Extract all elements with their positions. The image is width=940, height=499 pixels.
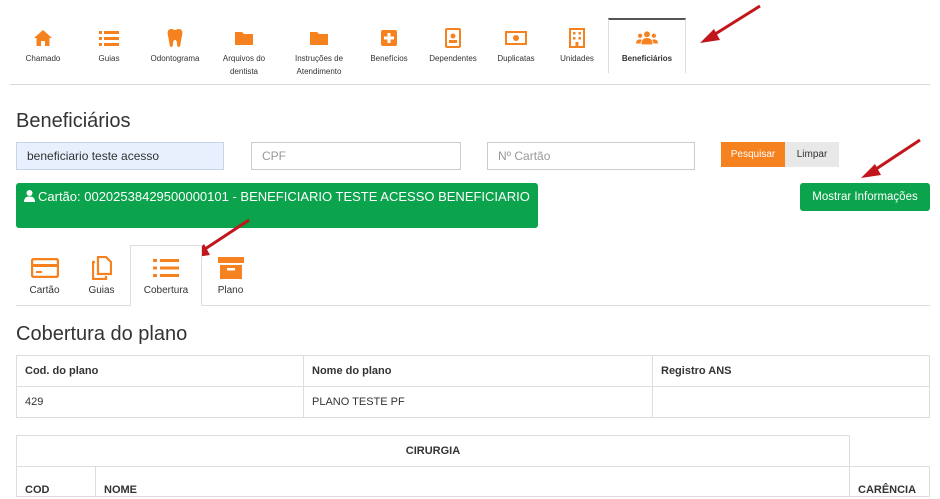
- nav-label: Duplicatas: [497, 54, 535, 63]
- folder-icon: [308, 28, 330, 48]
- table-header-row: Cod. do plano Nome do plano Registro ANS: [16, 355, 930, 387]
- nav-label: Chamado: [25, 54, 61, 63]
- plus-square-icon: [378, 28, 400, 48]
- top-nav: Chamado Guias Odontograma Arquivos do de…: [10, 18, 686, 86]
- nav-item-beneficiarios[interactable]: Beneficiários: [608, 18, 686, 73]
- archive-icon: [217, 257, 244, 279]
- list-icon: [98, 28, 120, 48]
- credit-card-icon: [30, 257, 59, 279]
- tooth-icon: [164, 28, 186, 48]
- column-header: CARÊNCIA: [849, 466, 930, 497]
- nav-label: Odontograma: [150, 54, 200, 63]
- coverage-title: Cobertura do plano: [16, 323, 188, 345]
- nav-item-instrucoes[interactable]: Instruções de Atendimento: [280, 18, 358, 78]
- nav-divider: [10, 84, 930, 85]
- nav-item-guias[interactable]: Guias: [76, 18, 142, 78]
- nav-item-dependentes[interactable]: Dependentes: [420, 18, 486, 78]
- nav-label: Unidades: [560, 54, 594, 63]
- name-search-input[interactable]: [16, 142, 224, 170]
- table-cell: PLANO TESTE PF: [303, 386, 653, 418]
- nav-item-arquivos[interactable]: Arquivos do dentista: [208, 18, 280, 78]
- column-header: Cod. do plano: [16, 355, 304, 387]
- nav-label: Benefícios: [370, 54, 408, 63]
- column-header: COD: [16, 466, 96, 497]
- nav-item-unidades[interactable]: Unidades: [546, 18, 608, 78]
- tab-label: Guias: [88, 285, 115, 296]
- building-icon: [566, 28, 588, 48]
- tab-label: Cartão: [29, 285, 60, 296]
- table-row: 429 PLANO TESTE PF: [16, 386, 930, 418]
- search-button[interactable]: Pesquisar: [721, 142, 785, 167]
- tab-guias[interactable]: Guias: [73, 245, 130, 306]
- card-text: Cartão: 00202538429500000101 - BENEFICIA…: [38, 189, 530, 204]
- surgery-table: CIRURGIA COD NOME CARÊNCIA: [16, 435, 930, 497]
- nav-item-odontograma[interactable]: Odontograma: [142, 18, 208, 78]
- column-header: Registro ANS: [652, 355, 930, 387]
- users-icon: [636, 28, 658, 48]
- nav-label: Guias: [98, 54, 120, 63]
- list-icon: [153, 257, 179, 279]
- page-title: Beneficiários: [16, 110, 131, 132]
- nav-item-beneficios[interactable]: Benefícios: [358, 18, 420, 78]
- id-badge-icon: [442, 28, 464, 48]
- table-cell: 429: [16, 386, 304, 418]
- cpf-input[interactable]: [251, 142, 461, 170]
- tab-label: Plano: [217, 285, 244, 296]
- tab-cartao[interactable]: Cartão: [16, 245, 73, 306]
- user-icon: [24, 190, 35, 205]
- nav-item-duplicatas[interactable]: Duplicatas: [486, 18, 546, 78]
- nav-label: Arquivos do dentista: [222, 54, 266, 76]
- column-header: NOME: [95, 466, 850, 497]
- empty-header-cell: [849, 435, 930, 467]
- card-number-input[interactable]: [487, 142, 695, 170]
- tab-cobertura[interactable]: Cobertura: [130, 245, 202, 306]
- show-info-button[interactable]: Mostrar Informações: [800, 183, 930, 211]
- money-bill-icon: [505, 28, 527, 48]
- column-header: Nome do plano: [303, 355, 653, 387]
- folder-icon: [233, 28, 255, 48]
- nav-label: Dependentes: [429, 54, 477, 63]
- nav-label: Instruções de Atendimento: [294, 54, 344, 76]
- table-cell: [652, 386, 930, 418]
- card-banner: Cartão: 00202538429500000101 - BENEFICIA…: [16, 183, 538, 228]
- tab-plano[interactable]: Plano: [202, 245, 259, 306]
- nav-label: Beneficiários: [621, 54, 673, 63]
- arrow-info: [861, 138, 921, 178]
- home-icon: [32, 28, 54, 48]
- surgery-title: CIRURGIA: [16, 435, 850, 467]
- plan-table: Cod. do plano Nome do plano Registro ANS…: [16, 355, 930, 418]
- nav-item-chamado[interactable]: Chamado: [10, 18, 76, 78]
- arrow-nav: [700, 4, 761, 43]
- tab-label: Cobertura: [143, 285, 189, 296]
- detail-tabs: Cartão Guias Cobertura Plano: [16, 245, 259, 306]
- copy-icon: [91, 256, 112, 280]
- clear-button[interactable]: Limpar: [785, 142, 839, 167]
